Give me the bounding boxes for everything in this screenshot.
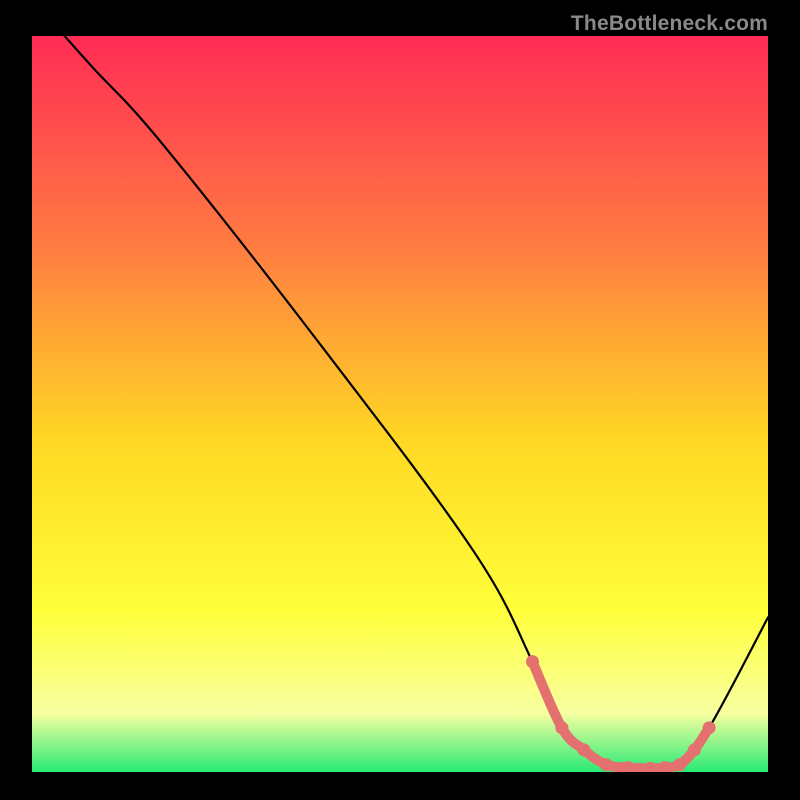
optimal-dot [578, 743, 591, 756]
optimal-dot [673, 758, 686, 771]
bottleneck-chart [32, 36, 768, 772]
optimal-dot [703, 721, 716, 734]
attribution-label: TheBottleneck.com [571, 12, 768, 36]
optimal-dot [555, 721, 568, 734]
optimal-dot [526, 655, 539, 668]
optimal-dot [600, 758, 613, 771]
gradient-background [32, 36, 768, 772]
optimal-dot [688, 743, 701, 756]
chart-frame: TheBottleneck.com [32, 12, 768, 772]
